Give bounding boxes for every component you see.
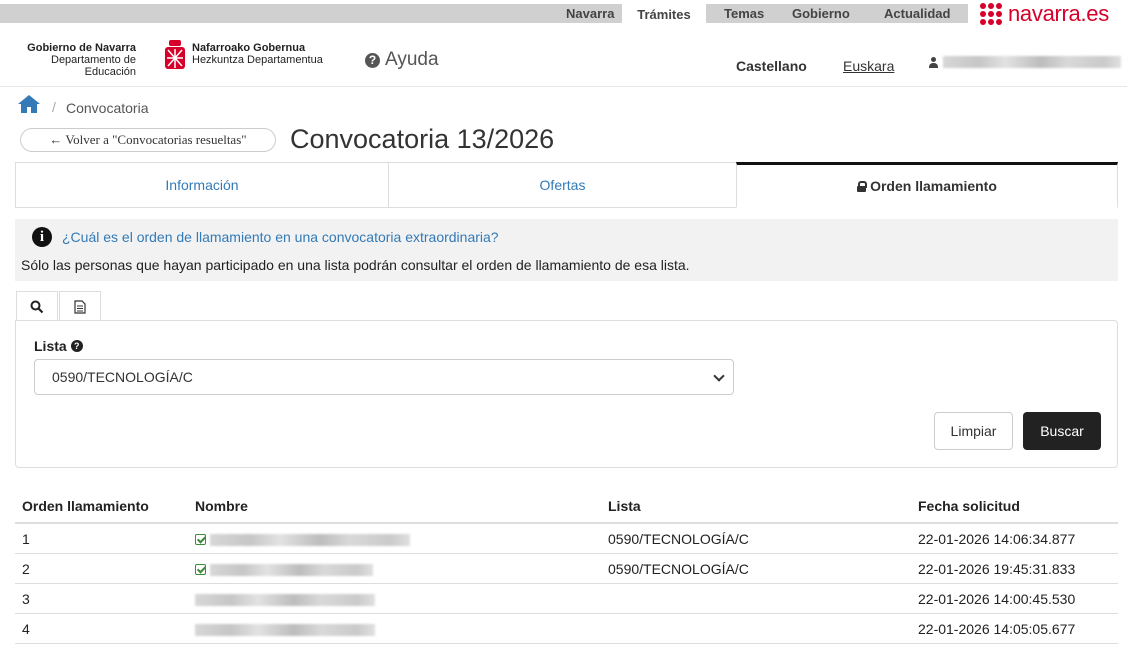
back-to-resolved-calls-button[interactable]: ← Volver a "Convocatorias resueltas": [20, 128, 276, 152]
cell-fecha: 22-01-2026 14:05:05.677: [918, 621, 1076, 637]
gov-eu-dept: Hezkuntza Departamentua: [192, 54, 323, 66]
gov-eu-logo[interactable]: Nafarroako Gobernua Hezkuntza Departamen…: [192, 42, 323, 66]
cell-orden: 1: [22, 531, 30, 547]
search-button[interactable]: Buscar: [1023, 412, 1101, 450]
tab-bar: Información Ofertas Orden llamamiento: [15, 162, 1118, 208]
name-redacted: [195, 624, 375, 636]
user-menu[interactable]: ▼: [929, 56, 1127, 68]
cell-lista: 0590/TECNOLOGÍA/C: [608, 561, 749, 577]
navarra-brand-link[interactable]: navarra.es: [980, 0, 1109, 27]
tab-ofertas-label: Ofertas: [539, 177, 586, 193]
info-circle-icon: i: [32, 227, 52, 247]
help-link[interactable]: ? Ayuda: [365, 49, 439, 71]
column-header-lista[interactable]: Lista: [608, 498, 641, 514]
name-redacted: [210, 534, 410, 546]
table-header-row: Orden llamamiento Nombre Lista Fecha sol…: [15, 488, 1118, 524]
document-icon: [74, 299, 86, 314]
cell-nombre: [195, 531, 410, 547]
cell-orden: 4: [22, 621, 30, 637]
top-nav-navarra[interactable]: Navarra: [566, 6, 614, 21]
chevron-down-icon: [713, 370, 725, 382]
breadcrumb-separator: /: [52, 99, 56, 115]
coat-of-arms-icon: [165, 40, 185, 69]
gov-es-dept: Departamento de Educación: [51, 54, 136, 78]
check-square-icon: [195, 564, 206, 575]
cell-fecha: 22-01-2026 14:06:34.877: [918, 531, 1076, 547]
tab-ofertas[interactable]: Ofertas: [388, 162, 737, 208]
table-row: 2 0590/TECNOLOGÍA/C 22-01-2026 19:45:31.…: [15, 554, 1118, 584]
lock-icon: [857, 181, 868, 192]
brand-text: navarra.es: [1008, 0, 1109, 26]
cell-nombre: [195, 591, 375, 607]
lista-label-text: Lista: [34, 338, 67, 354]
gov-es-logo[interactable]: Gobierno de Navarra Departamento de Educ…: [6, 42, 136, 78]
top-nav-actualidad[interactable]: Actualidad: [884, 6, 950, 21]
check-square-icon: [195, 534, 206, 545]
question-circle-icon: ?: [365, 52, 380, 68]
cell-nombre: [195, 621, 375, 637]
document-tool-tab[interactable]: [59, 291, 101, 321]
name-redacted: [210, 564, 373, 576]
language-euskara[interactable]: Euskara: [843, 58, 894, 74]
user-name-redacted: [943, 56, 1121, 68]
language-castellano[interactable]: Castellano: [736, 58, 807, 74]
tab-informacion[interactable]: Información: [15, 162, 389, 208]
results-table: Orden llamamiento Nombre Lista Fecha sol…: [15, 488, 1118, 644]
info-help-link[interactable]: ¿Cuál es el orden de llamamiento en una …: [62, 229, 499, 245]
tab-informacion-label: Información: [165, 177, 239, 193]
cell-orden: 2: [22, 561, 30, 577]
cell-fecha: 22-01-2026 14:00:45.530: [918, 591, 1076, 607]
gov-eu-title: Nafarroako Gobernua: [192, 42, 306, 54]
header-divider: [0, 86, 1127, 87]
lista-label: Lista ?: [34, 338, 83, 354]
lista-select[interactable]: 0590/TECNOLOGÍA/C: [34, 359, 734, 395]
tab-orden-llamamiento[interactable]: Orden llamamiento: [736, 162, 1118, 208]
page-title: Convocatoria 13/2026: [290, 124, 555, 154]
search-tool-tab[interactable]: [16, 291, 58, 321]
filter-panel: Lista ? 0590/TECNOLOGÍA/C Limpiar Buscar: [15, 320, 1118, 468]
user-icon: [929, 56, 938, 68]
info-text: Sólo las personas que hayan participado …: [21, 257, 690, 273]
lista-select-value: 0590/TECNOLOGÍA/C: [52, 369, 193, 385]
top-nav-tramites[interactable]: Trámites: [622, 4, 706, 25]
info-alert: i ¿Cuál es el orden de llamamiento en un…: [15, 219, 1118, 281]
breadcrumb-current: Convocatoria: [66, 100, 149, 116]
clear-button[interactable]: Limpiar: [934, 412, 1013, 450]
tab-orden-label: Orden llamamiento: [870, 178, 997, 194]
table-row: 4 22-01-2026 14:05:05.677: [15, 614, 1118, 644]
name-redacted: [195, 594, 375, 606]
help-label: Ayuda: [385, 49, 439, 70]
cell-nombre: [195, 561, 373, 577]
column-header-nombre[interactable]: Nombre: [195, 498, 248, 514]
cell-lista: 0590/TECNOLOGÍA/C: [608, 531, 749, 547]
navarra-logo-icon: [980, 2, 1002, 25]
table-row: 3 22-01-2026 14:00:45.530: [15, 584, 1118, 614]
top-navigation-bar: Navarra Trámites Temas Gobierno Actualid…: [0, 0, 1127, 27]
column-header-fecha[interactable]: Fecha solicitud: [918, 498, 1020, 514]
column-header-orden[interactable]: Orden llamamiento: [22, 498, 149, 514]
top-nav-gobierno[interactable]: Gobierno: [792, 6, 850, 21]
cell-orden: 3: [22, 591, 30, 607]
cell-fecha: 22-01-2026 19:45:31.833: [918, 561, 1076, 577]
top-nav-links: Navarra Trámites Temas Gobierno Actualid…: [0, 4, 968, 25]
gov-es-title: Gobierno de Navarra: [27, 42, 136, 54]
search-icon: [30, 300, 44, 313]
top-nav-temas[interactable]: Temas: [724, 6, 764, 21]
home-icon[interactable]: [17, 94, 41, 114]
question-circle-icon[interactable]: ?: [70, 340, 83, 352]
table-row: 1 0590/TECNOLOGÍA/C 22-01-2026 14:06:34.…: [15, 524, 1118, 554]
